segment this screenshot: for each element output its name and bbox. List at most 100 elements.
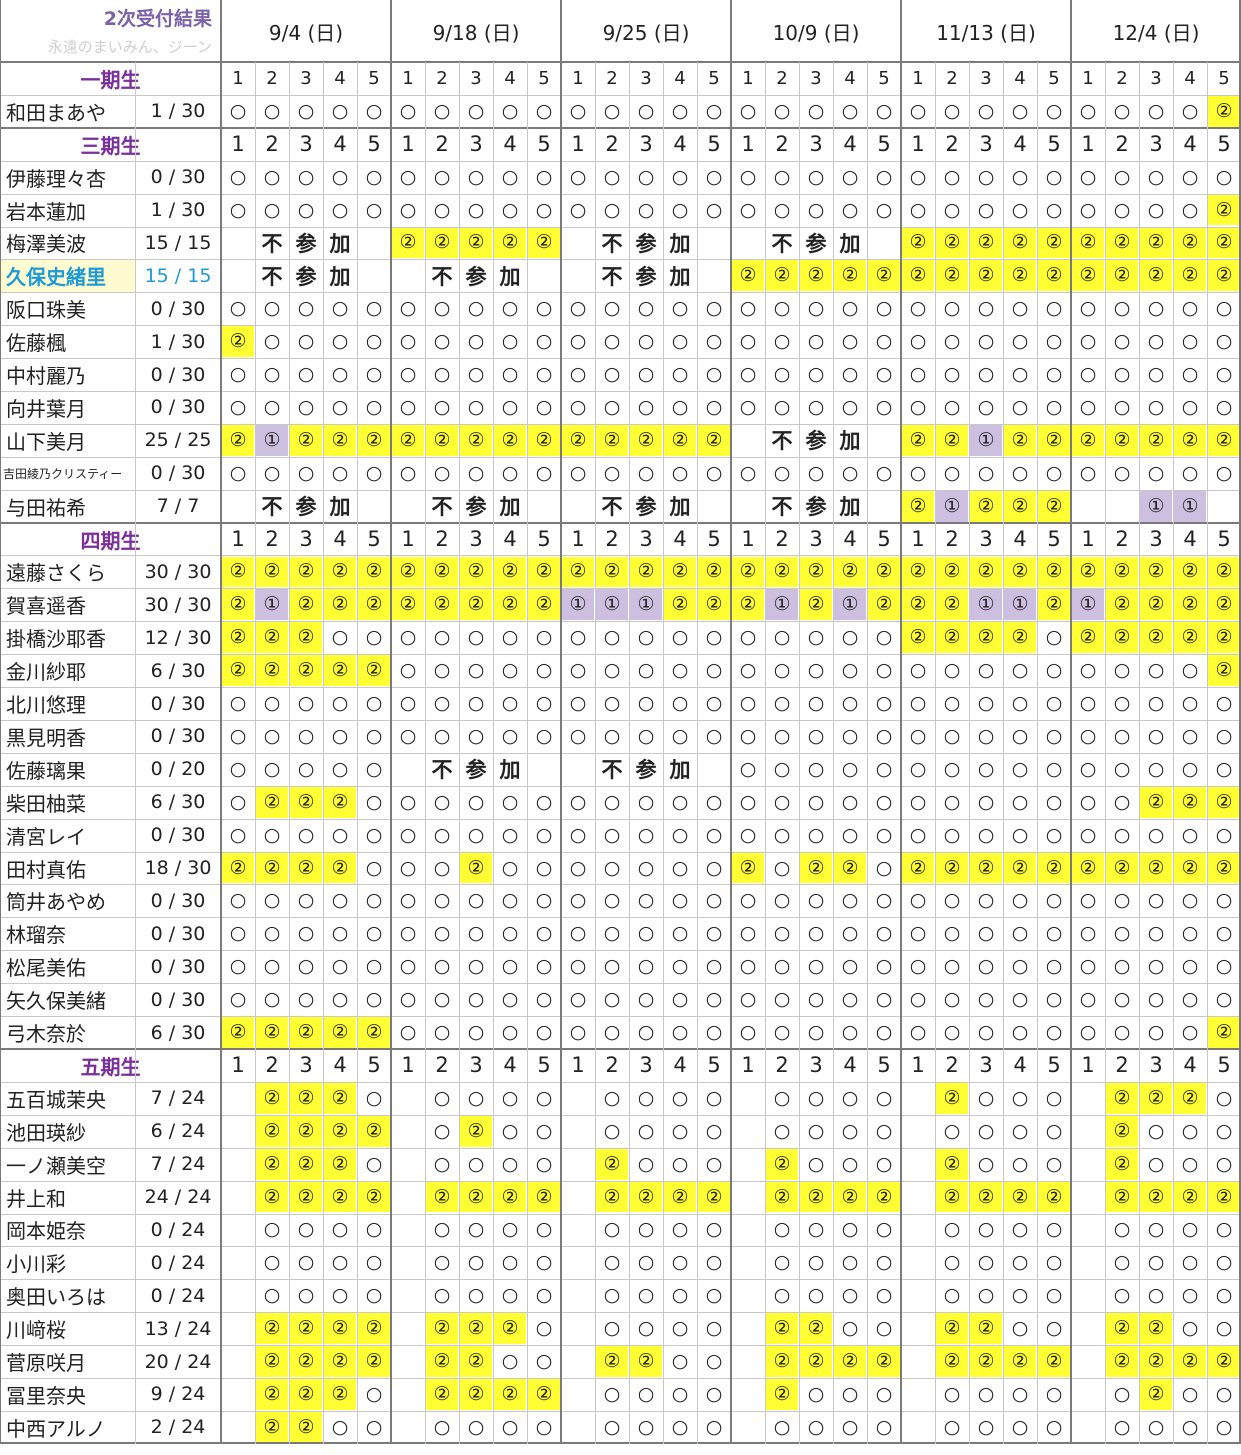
row-divider [0,1181,1241,1182]
slot-mark: ○ [399,198,417,221]
slot-mark: ② [596,424,628,456]
date-header: 12/4 (日) [1112,20,1200,45]
part-number: 3 [469,1053,483,1078]
slot-mark: ○ [1011,724,1029,747]
slot-mark: ② [1106,1148,1138,1180]
slot-mark: ② [664,556,696,588]
slot-mark: ② [1140,556,1172,588]
member-name: 岩本蓮加 [6,199,86,224]
slot-mark: ○ [467,955,485,978]
slot-mark: ② [1106,260,1138,292]
slot-mark: ② [494,1313,526,1345]
slot-mark: ○ [875,297,893,320]
column-divider [459,62,460,1444]
slot-mark: ○ [875,1251,893,1274]
slot-mark: ② [630,1181,662,1213]
part-number: 1 [572,67,584,89]
slot-mark: ○ [773,922,791,945]
slot-mark: ○ [603,955,621,978]
member-name: 伊藤理々杏 [6,166,106,191]
slot-mark: ○ [603,330,621,353]
slot-mark: ② [1140,1346,1172,1377]
slot-mark: ② [528,1181,560,1213]
slot-mark: ○ [773,363,791,386]
slot-mark: ② [358,655,390,687]
slot-mark: ② [1004,1346,1036,1377]
slot-mark: ○ [1181,757,1199,780]
slot-mark: ② [970,1313,1002,1345]
slot-mark: ○ [1215,330,1233,353]
slot-mark: ② [324,1346,356,1377]
member-count: 0 / 30 [150,824,206,847]
not-attending-char: 参 [295,231,317,256]
slot-mark: ○ [603,922,621,945]
member-count: 24 / 24 [144,1186,212,1209]
slot-mark: ○ [297,692,315,715]
member-name: 弓木奈於 [6,1022,86,1047]
slot-mark: ○ [1011,922,1029,945]
slot-mark: ○ [365,461,383,484]
member-name: 池田瑛紗 [6,1120,86,1145]
slot-mark: ② [290,1313,322,1345]
slot-mark: ○ [637,297,655,320]
not-attending-char: 不 [261,231,283,256]
slot-mark: ○ [331,922,349,945]
slot-mark: ○ [603,1382,621,1405]
part-number: 5 [1218,67,1230,89]
member-name: 佐藤楓 [6,331,66,356]
slot-mark: ○ [1079,955,1097,978]
column-divider [560,0,562,1444]
slot-mark: ○ [909,823,927,846]
slot-mark: ② [1004,227,1036,259]
not-attending-char: 加 [499,264,521,289]
part-number: 1 [401,1053,415,1078]
slot-mark: ○ [1181,1021,1199,1044]
slot-mark: ○ [603,1317,621,1340]
slot-mark: ○ [365,1415,383,1438]
slot-mark: ○ [875,659,893,682]
slot-mark: ○ [807,1284,825,1307]
slot-mark: ○ [569,297,587,320]
slot-mark: ○ [773,988,791,1011]
member-count: 1 / 30 [150,100,206,123]
slot-mark: ① [970,424,1002,456]
slot-mark: ② [324,556,356,588]
slot-mark: ② [1174,424,1206,456]
member-count: 0 / 30 [150,166,206,189]
slot-mark: ○ [297,889,315,912]
slot-mark: ○ [1215,395,1233,418]
part-number: 4 [1183,1053,1197,1078]
slot-mark: ② [936,589,968,621]
slot-mark: ○ [331,955,349,978]
slot-mark: ○ [467,659,485,682]
slot-mark: ○ [1113,1415,1131,1438]
slot-mark: ○ [841,99,859,122]
slot-mark: ② [1174,1181,1206,1213]
column-divider [255,62,256,1444]
member-count: 1 / 30 [150,330,206,353]
slot-mark: ② [936,227,968,259]
row-divider [0,753,1241,754]
slot-mark: ○ [535,1350,553,1373]
slot-mark: ② [902,622,934,654]
slot-mark: ○ [943,790,961,813]
row-divider [0,161,1241,162]
slot-mark: ○ [1215,461,1233,484]
slot-mark: ○ [263,1284,281,1307]
part-number: 1 [401,132,415,157]
slot-mark: ○ [263,1218,281,1241]
slot-mark: ○ [943,1119,961,1142]
part-number: 1 [571,527,585,552]
slot-mark: ② [460,589,492,621]
slot-mark: ○ [977,1251,995,1274]
slot-mark: ○ [705,626,723,649]
slot-mark: ○ [1113,659,1131,682]
slot-mark: ○ [569,395,587,418]
slot-mark: ○ [773,330,791,353]
slot-mark: ② [834,260,866,292]
row-divider [0,819,1241,820]
slot-mark: ○ [433,330,451,353]
slot-mark: ② [528,227,560,259]
slot-mark: ○ [705,922,723,945]
slot-mark: ② [1106,1115,1138,1147]
